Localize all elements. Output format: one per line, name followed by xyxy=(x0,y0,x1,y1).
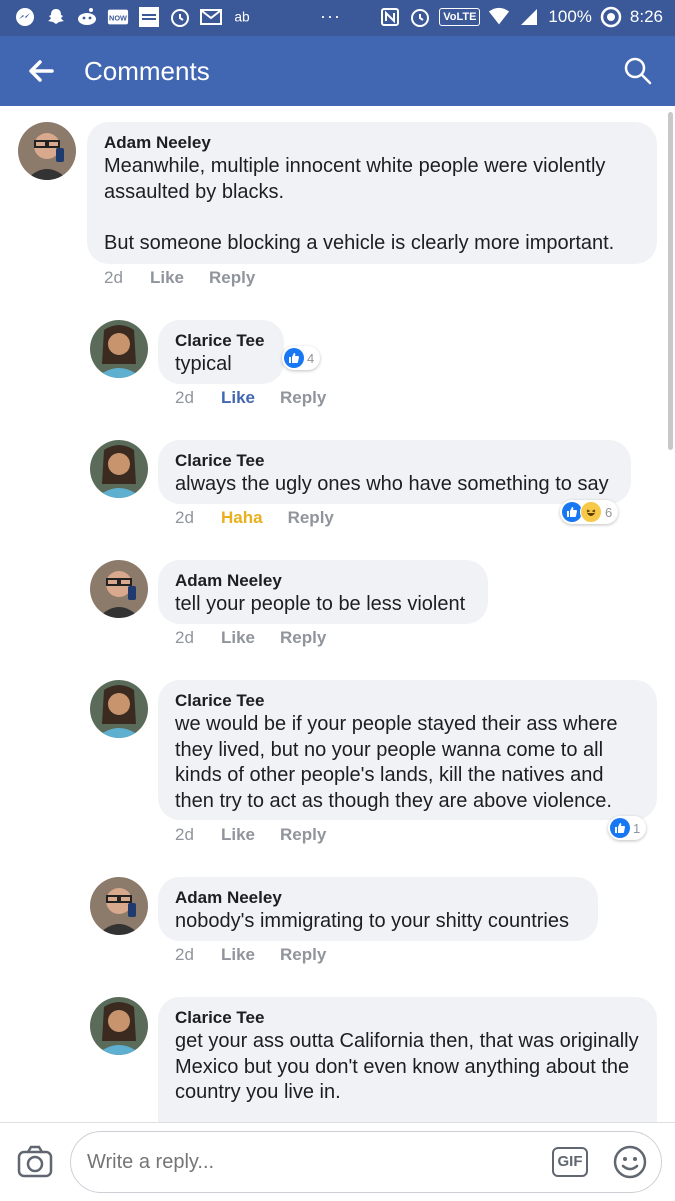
comment-text: always the ugly ones who have something … xyxy=(175,473,609,495)
reply-button[interactable]: Reply xyxy=(280,945,326,965)
comment-actions: 2d Like Reply xyxy=(175,628,351,648)
gmail-icon xyxy=(200,6,222,28)
comment-text: Meanwhile, multiple innocent white peopl… xyxy=(104,155,615,254)
svg-text:NOW: NOW xyxy=(109,14,127,23)
comment-actions: 2d Like Reply xyxy=(175,388,351,408)
comment-text: we would be if your people stayed their … xyxy=(175,713,618,812)
comment-time: 2d xyxy=(104,268,123,287)
haha-reaction-icon xyxy=(580,501,602,523)
search-icon[interactable] xyxy=(623,56,653,86)
gif-icon[interactable]: GIF xyxy=(552,1147,588,1177)
avatar[interactable] xyxy=(90,680,148,738)
emoji-icon[interactable] xyxy=(613,1145,647,1179)
like-button[interactable]: Like xyxy=(221,628,255,648)
comment-bubble: Clarice Tee we would be if your people s… xyxy=(158,680,657,820)
comment-author[interactable]: Clarice Tee xyxy=(175,450,614,472)
haha-button[interactable]: Haha xyxy=(221,508,263,528)
comment-time: 2d xyxy=(175,508,194,527)
comment-actions: 2d Like Reply xyxy=(175,825,351,845)
nfc-icon xyxy=(379,6,401,28)
comment-bubble: Clarice Tee get your ass outta Californi… xyxy=(158,997,657,1137)
comment-actions: 2d Haha Reply xyxy=(175,508,359,528)
scrollbar[interactable] xyxy=(668,112,673,450)
alarm-status-icon xyxy=(409,6,431,28)
comment-author[interactable]: Clarice Tee xyxy=(175,1007,640,1029)
reddit-icon xyxy=(76,6,98,28)
avatar[interactable] xyxy=(90,877,148,935)
like-button[interactable]: Like xyxy=(221,388,255,408)
news-app-icon xyxy=(138,6,160,28)
battery-percent: 100% xyxy=(548,7,592,26)
comment-author[interactable]: Adam Neeley xyxy=(175,570,471,592)
comment-time: 2d xyxy=(175,825,194,844)
comment-text: nobody's immigrating to your shitty coun… xyxy=(175,910,569,932)
signal-icon xyxy=(518,6,540,28)
snapchat-icon xyxy=(45,6,67,28)
status-bar: NOW ab ··· VoLTE 100% 8:26 xyxy=(0,0,675,36)
comment-bubble: Adam Neeley tell your people to be less … xyxy=(158,560,488,624)
comment-actions: 2d Like Reply xyxy=(175,945,351,965)
comment-author[interactable]: Adam Neeley xyxy=(175,887,581,909)
comment-author[interactable]: Clarice Tee xyxy=(175,330,267,352)
comment-bubble: Adam Neeley nobody's immigrating to your… xyxy=(158,877,598,941)
reply-composer: GIF xyxy=(0,1122,675,1201)
reaction-summary[interactable]: 4 xyxy=(282,346,321,370)
comment-text: get your ass outta California then, that… xyxy=(175,1030,639,1103)
alarm-icon xyxy=(169,6,191,28)
reaction-summary[interactable]: 1 xyxy=(608,816,647,840)
comment-time: 2d xyxy=(175,628,194,647)
avatar[interactable] xyxy=(18,122,76,180)
clock: 8:26 xyxy=(629,7,663,26)
wifi-icon xyxy=(488,6,510,28)
now-news-icon: NOW xyxy=(107,6,129,28)
svg-text:ab: ab xyxy=(234,10,250,25)
like-button[interactable]: Like xyxy=(150,268,184,288)
comment-author[interactable]: Clarice Tee xyxy=(175,690,640,712)
avatar[interactable] xyxy=(90,440,148,498)
app-bar: Comments xyxy=(0,36,675,106)
reaction-count: 4 xyxy=(307,350,315,366)
page-title: Comments xyxy=(84,56,210,86)
comment-time: 2d xyxy=(175,388,194,407)
reply-button[interactable]: Reply xyxy=(280,388,326,408)
like-reaction-icon xyxy=(610,818,630,838)
more-notifications-icon: ··· xyxy=(320,6,341,26)
comment-bubble: Clarice Tee always the ugly ones who hav… xyxy=(158,440,631,504)
avatar[interactable] xyxy=(90,560,148,618)
system-icons: VoLTE 100% 8:26 xyxy=(379,6,663,28)
like-button[interactable]: Like xyxy=(221,945,255,965)
comment-text: tell your people to be less violent xyxy=(175,593,466,615)
reaction-count: 6 xyxy=(605,504,613,520)
data-saver-icon xyxy=(600,6,622,28)
like-reaction-icon xyxy=(562,502,582,522)
comment-author[interactable]: Adam Neeley xyxy=(104,132,640,154)
reply-button[interactable]: Reply xyxy=(280,825,326,845)
reaction-summary[interactable]: 6 xyxy=(560,500,619,524)
comment-bubble: Clarice Tee typical xyxy=(158,320,284,384)
comment-time: 2d xyxy=(175,945,194,964)
reply-button[interactable]: Reply xyxy=(280,628,326,648)
avatar[interactable] xyxy=(90,997,148,1055)
reaction-count: 1 xyxy=(633,820,641,836)
camera-icon[interactable] xyxy=(16,1143,54,1181)
comment-actions: 2d Like Reply xyxy=(104,268,280,288)
like-button[interactable]: Like xyxy=(221,825,255,845)
notification-icons: NOW ab xyxy=(14,6,253,28)
ab-app-icon: ab xyxy=(231,6,253,28)
back-arrow-icon[interactable] xyxy=(26,56,56,86)
volte-badge: VoLTE xyxy=(439,8,481,26)
reply-button[interactable]: Reply xyxy=(288,508,334,528)
avatar[interactable] xyxy=(90,320,148,378)
messenger-icon xyxy=(14,6,36,28)
comment-text: typical xyxy=(175,353,232,375)
comment-bubble: Adam Neeley Meanwhile, multiple innocent… xyxy=(87,122,657,264)
reply-button[interactable]: Reply xyxy=(209,268,255,288)
like-reaction-icon xyxy=(284,348,304,368)
